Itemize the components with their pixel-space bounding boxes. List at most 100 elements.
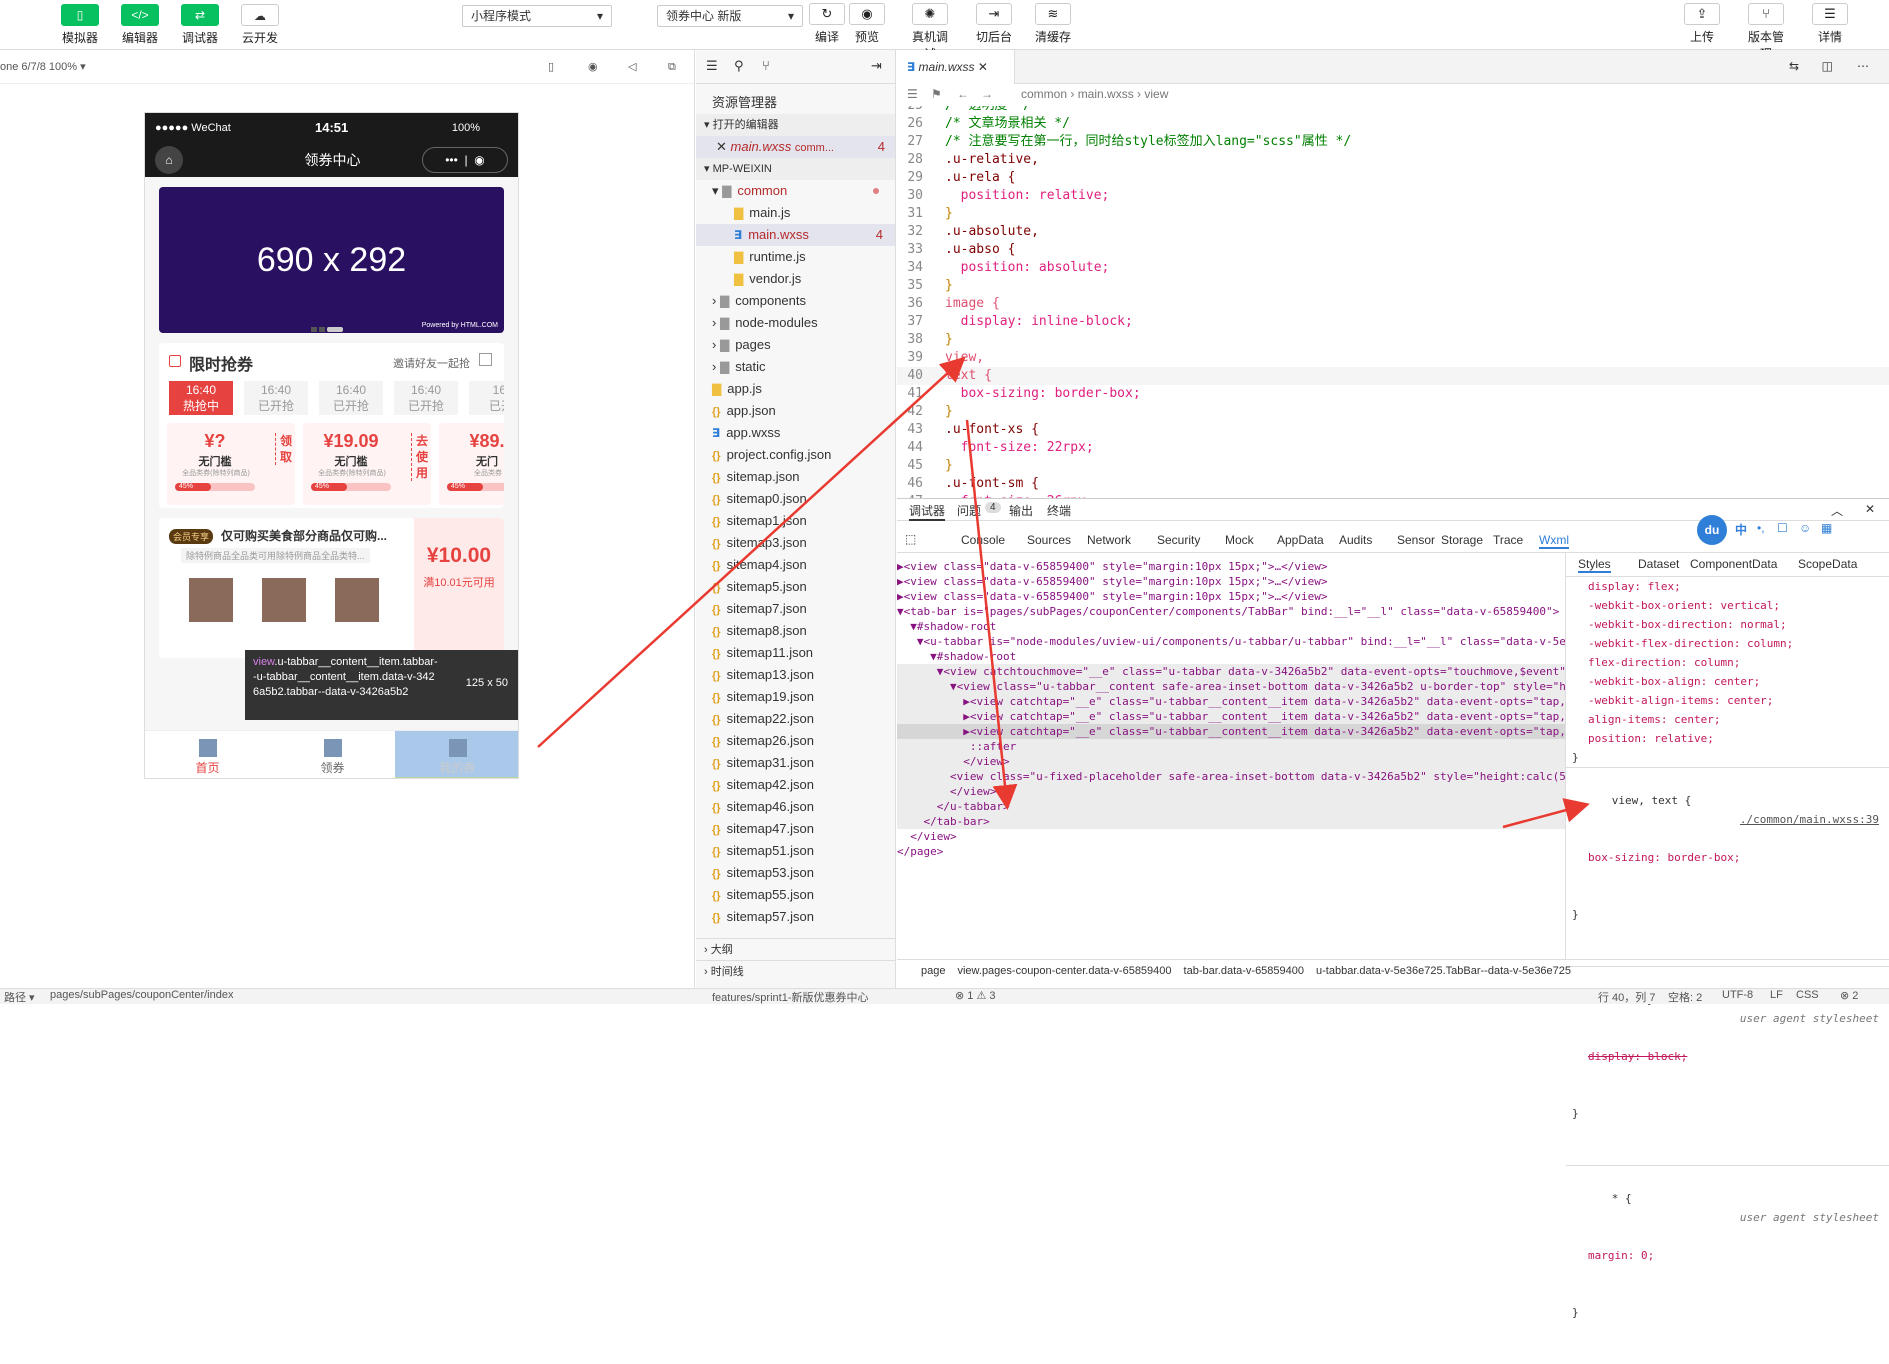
coupon-card[interactable]: ¥89. 无门 全品类券 45%: [439, 423, 504, 505]
file-tree-item[interactable]: {} sitemap46.json: [696, 796, 895, 818]
time-tab[interactable]: 16: 已开: [469, 381, 504, 415]
file-tree-item[interactable]: {} sitemap8.json: [696, 620, 895, 642]
dom-breadcrumb[interactable]: view.pages-coupon-center.data-v-65859400: [957, 965, 1171, 977]
file-tree-item[interactable]: {} sitemap31.json: [696, 752, 895, 774]
warnings-count[interactable]: ⊗ 2: [1840, 989, 1858, 1002]
toolbar-refresh-button[interactable]: ↻ 编译: [805, 3, 849, 45]
file-tree-item[interactable]: ▇ app.js: [696, 378, 895, 400]
file-tree-item[interactable]: {} sitemap11.json: [696, 642, 895, 664]
toolbar-phone-button[interactable]: ▯ 模拟器: [50, 4, 110, 46]
dom-node[interactable]: </page>: [897, 844, 1565, 859]
file-tree-item[interactable]: {} sitemap1.json: [696, 510, 895, 532]
project-section[interactable]: ▾ MP-WEIXIN: [696, 158, 895, 180]
file-tree-item[interactable]: {} sitemap22.json: [696, 708, 895, 730]
device-select[interactable]: one 6/7/8 100% ▾: [0, 61, 86, 73]
capsule-button[interactable]: ••• | ◉: [422, 147, 508, 173]
encoding[interactable]: UTF-8: [1722, 989, 1753, 1001]
file-tree-item[interactable]: ▇ vendor.js: [696, 268, 895, 290]
banner[interactable]: 690 x 292 Powered by HTML.COM: [159, 187, 504, 333]
dom-node[interactable]: ▼<u-tabbar is="node-modules/uview-ui/com…: [897, 634, 1565, 649]
code-line[interactable]: 28 .u-relative,: [897, 151, 1889, 169]
problems-indicator[interactable]: ⊗ 1 ⚠ 3: [955, 989, 995, 1002]
dom-node[interactable]: </u-tabbar>: [897, 799, 1565, 814]
list-icon[interactable]: ☰: [907, 84, 918, 104]
file-tree-item[interactable]: {} sitemap26.json: [696, 730, 895, 752]
code-line[interactable]: 31}: [897, 205, 1889, 223]
code-line[interactable]: 32 .u-absolute,: [897, 223, 1889, 241]
panel-tab[interactable]: Sources: [1027, 533, 1071, 547]
dom-node[interactable]: ▼#shadow-root: [897, 649, 1565, 664]
coupon-card[interactable]: ¥19.09 无门槛 全品类券(除特列商品) 45% 去使用: [303, 423, 431, 505]
dom-breadcrumb[interactable]: u-tabbar.data-v-5e36e725.TabBar--data-v-…: [1316, 965, 1571, 977]
code-line[interactable]: 41 box-sizing: border-box;: [897, 385, 1889, 403]
file-tree-item[interactable]: {} sitemap47.json: [696, 818, 895, 840]
code-line[interactable]: 44 font-size: 22rpx;: [897, 439, 1889, 457]
phone-icon[interactable]: ▯: [548, 50, 554, 84]
time-tab[interactable]: 16:40 已开抢: [319, 381, 383, 415]
panel-tab[interactable]: Security: [1157, 533, 1200, 547]
coupon-card[interactable]: ¥? 无门槛 全品类券(除特列商品) 45% 领取: [167, 423, 295, 505]
time-tab[interactable]: 16:40 热抢中: [169, 381, 233, 415]
code-line[interactable]: 34 position: absolute;: [897, 259, 1889, 277]
open-editor-item[interactable]: ✕ main.wxss comm... 4: [696, 136, 895, 158]
code-line[interactable]: 43 .u-font-xs {: [897, 421, 1889, 439]
toolbar-upload-button[interactable]: ⇪ 上传: [1680, 3, 1724, 45]
file-tree-item[interactable]: {} sitemap42.json: [696, 774, 895, 796]
file-tree-item[interactable]: {} project.config.json: [696, 444, 895, 466]
indent-setting[interactable]: 空格: 2: [1668, 989, 1702, 1005]
styles-tab[interactable]: Dataset: [1638, 557, 1679, 571]
git-icon[interactable]: ⑂: [762, 58, 770, 73]
code-line[interactable]: 46 .u-font-sm {: [897, 475, 1889, 493]
file-tree-item[interactable]: › ▇ pages: [696, 334, 895, 356]
toolbar-code-button[interactable]: </> 编辑器: [110, 4, 170, 46]
code-area[interactable]: 25/* 透明度 */26/* 文章场景相关 */27/* 注意要写在第一行，同…: [897, 106, 1889, 498]
coupon-action[interactable]: 去使用: [411, 433, 428, 481]
dom-node[interactable]: ▶<view class="data-v-65859400" style="ma…: [897, 589, 1565, 604]
cursor-position[interactable]: 行 40，列 7: [1598, 989, 1655, 1005]
file-tree-item[interactable]: {} sitemap4.json: [696, 554, 895, 576]
keyboard-icon[interactable]: ☐: [1777, 521, 1788, 535]
code-line[interactable]: 33 .u-abso {: [897, 241, 1889, 259]
panel-tab[interactable]: Mock: [1225, 533, 1254, 547]
code-line[interactable]: 36 image {: [897, 295, 1889, 313]
dom-node[interactable]: </view>: [897, 829, 1565, 844]
panel-tab[interactable]: Console: [961, 533, 1005, 547]
window-icon[interactable]: ⧉: [668, 50, 676, 84]
panel-tab[interactable]: Trace: [1493, 533, 1523, 547]
bookmark-icon[interactable]: ⚑: [931, 84, 942, 104]
file-tree-item[interactable]: {} sitemap7.json: [696, 598, 895, 620]
file-tree-item[interactable]: {} sitemap57.json: [696, 906, 895, 928]
styles-tab[interactable]: ComponentData: [1690, 557, 1777, 571]
dom-breadcrumb[interactable]: page: [921, 965, 945, 977]
grid-icon[interactable]: ▦: [1821, 521, 1832, 535]
back-icon[interactable]: ←: [957, 84, 969, 104]
toolbar-debug-button[interactable]: ⇄ 调试器: [170, 4, 230, 46]
code-line[interactable]: 27 /* 注意要写在第一行，同时给style标签加入lang="scss"属性 …: [897, 133, 1889, 151]
breadcrumb-item[interactable]: common: [1021, 87, 1067, 101]
file-tree-item[interactable]: {} sitemap55.json: [696, 884, 895, 906]
panel-tab[interactable]: Sensor: [1397, 533, 1435, 547]
page-select[interactable]: 领券中心 新版: [657, 5, 803, 27]
time-tab[interactable]: 16:40 已开抢: [394, 381, 458, 415]
sound-icon[interactable]: ◁: [628, 50, 636, 84]
file-tree-item[interactable]: {} app.json: [696, 400, 895, 422]
path-select[interactable]: 路径 ▾: [4, 989, 35, 1005]
line-ending[interactable]: LF: [1770, 989, 1783, 1001]
file-tree-item[interactable]: ▇ runtime.js: [696, 246, 895, 268]
list-icon[interactable]: ☰: [706, 58, 718, 74]
language-mode[interactable]: CSS: [1796, 989, 1819, 1001]
dom-node[interactable]: ▶<view catchtap="__e" class="u-tabbar__c…: [897, 694, 1565, 709]
open-editors-section[interactable]: ▾ 打开的编辑器: [696, 114, 895, 136]
toolbar-layers-button[interactable]: ≋ 清缓存: [1031, 3, 1075, 45]
outline-section[interactable]: › 大纲: [696, 938, 896, 960]
dom-node[interactable]: ▶<view catchtap="__e" class="u-tabbar__c…: [897, 709, 1565, 724]
code-line[interactable]: 42}: [897, 403, 1889, 421]
dom-node[interactable]: </tab-bar>: [897, 814, 1565, 829]
dom-node[interactable]: ▼#shadow-root: [897, 619, 1565, 634]
dom-node[interactable]: </view>: [897, 784, 1565, 799]
styles-tab[interactable]: ScopeData: [1798, 557, 1857, 571]
dom-node[interactable]: <view class="u-fixed-placeholder safe-ar…: [897, 769, 1565, 784]
forward-icon[interactable]: →: [981, 84, 993, 104]
coupon-action[interactable]: 领取: [275, 433, 292, 465]
file-tree-item[interactable]: ▇ main.js: [696, 202, 895, 224]
